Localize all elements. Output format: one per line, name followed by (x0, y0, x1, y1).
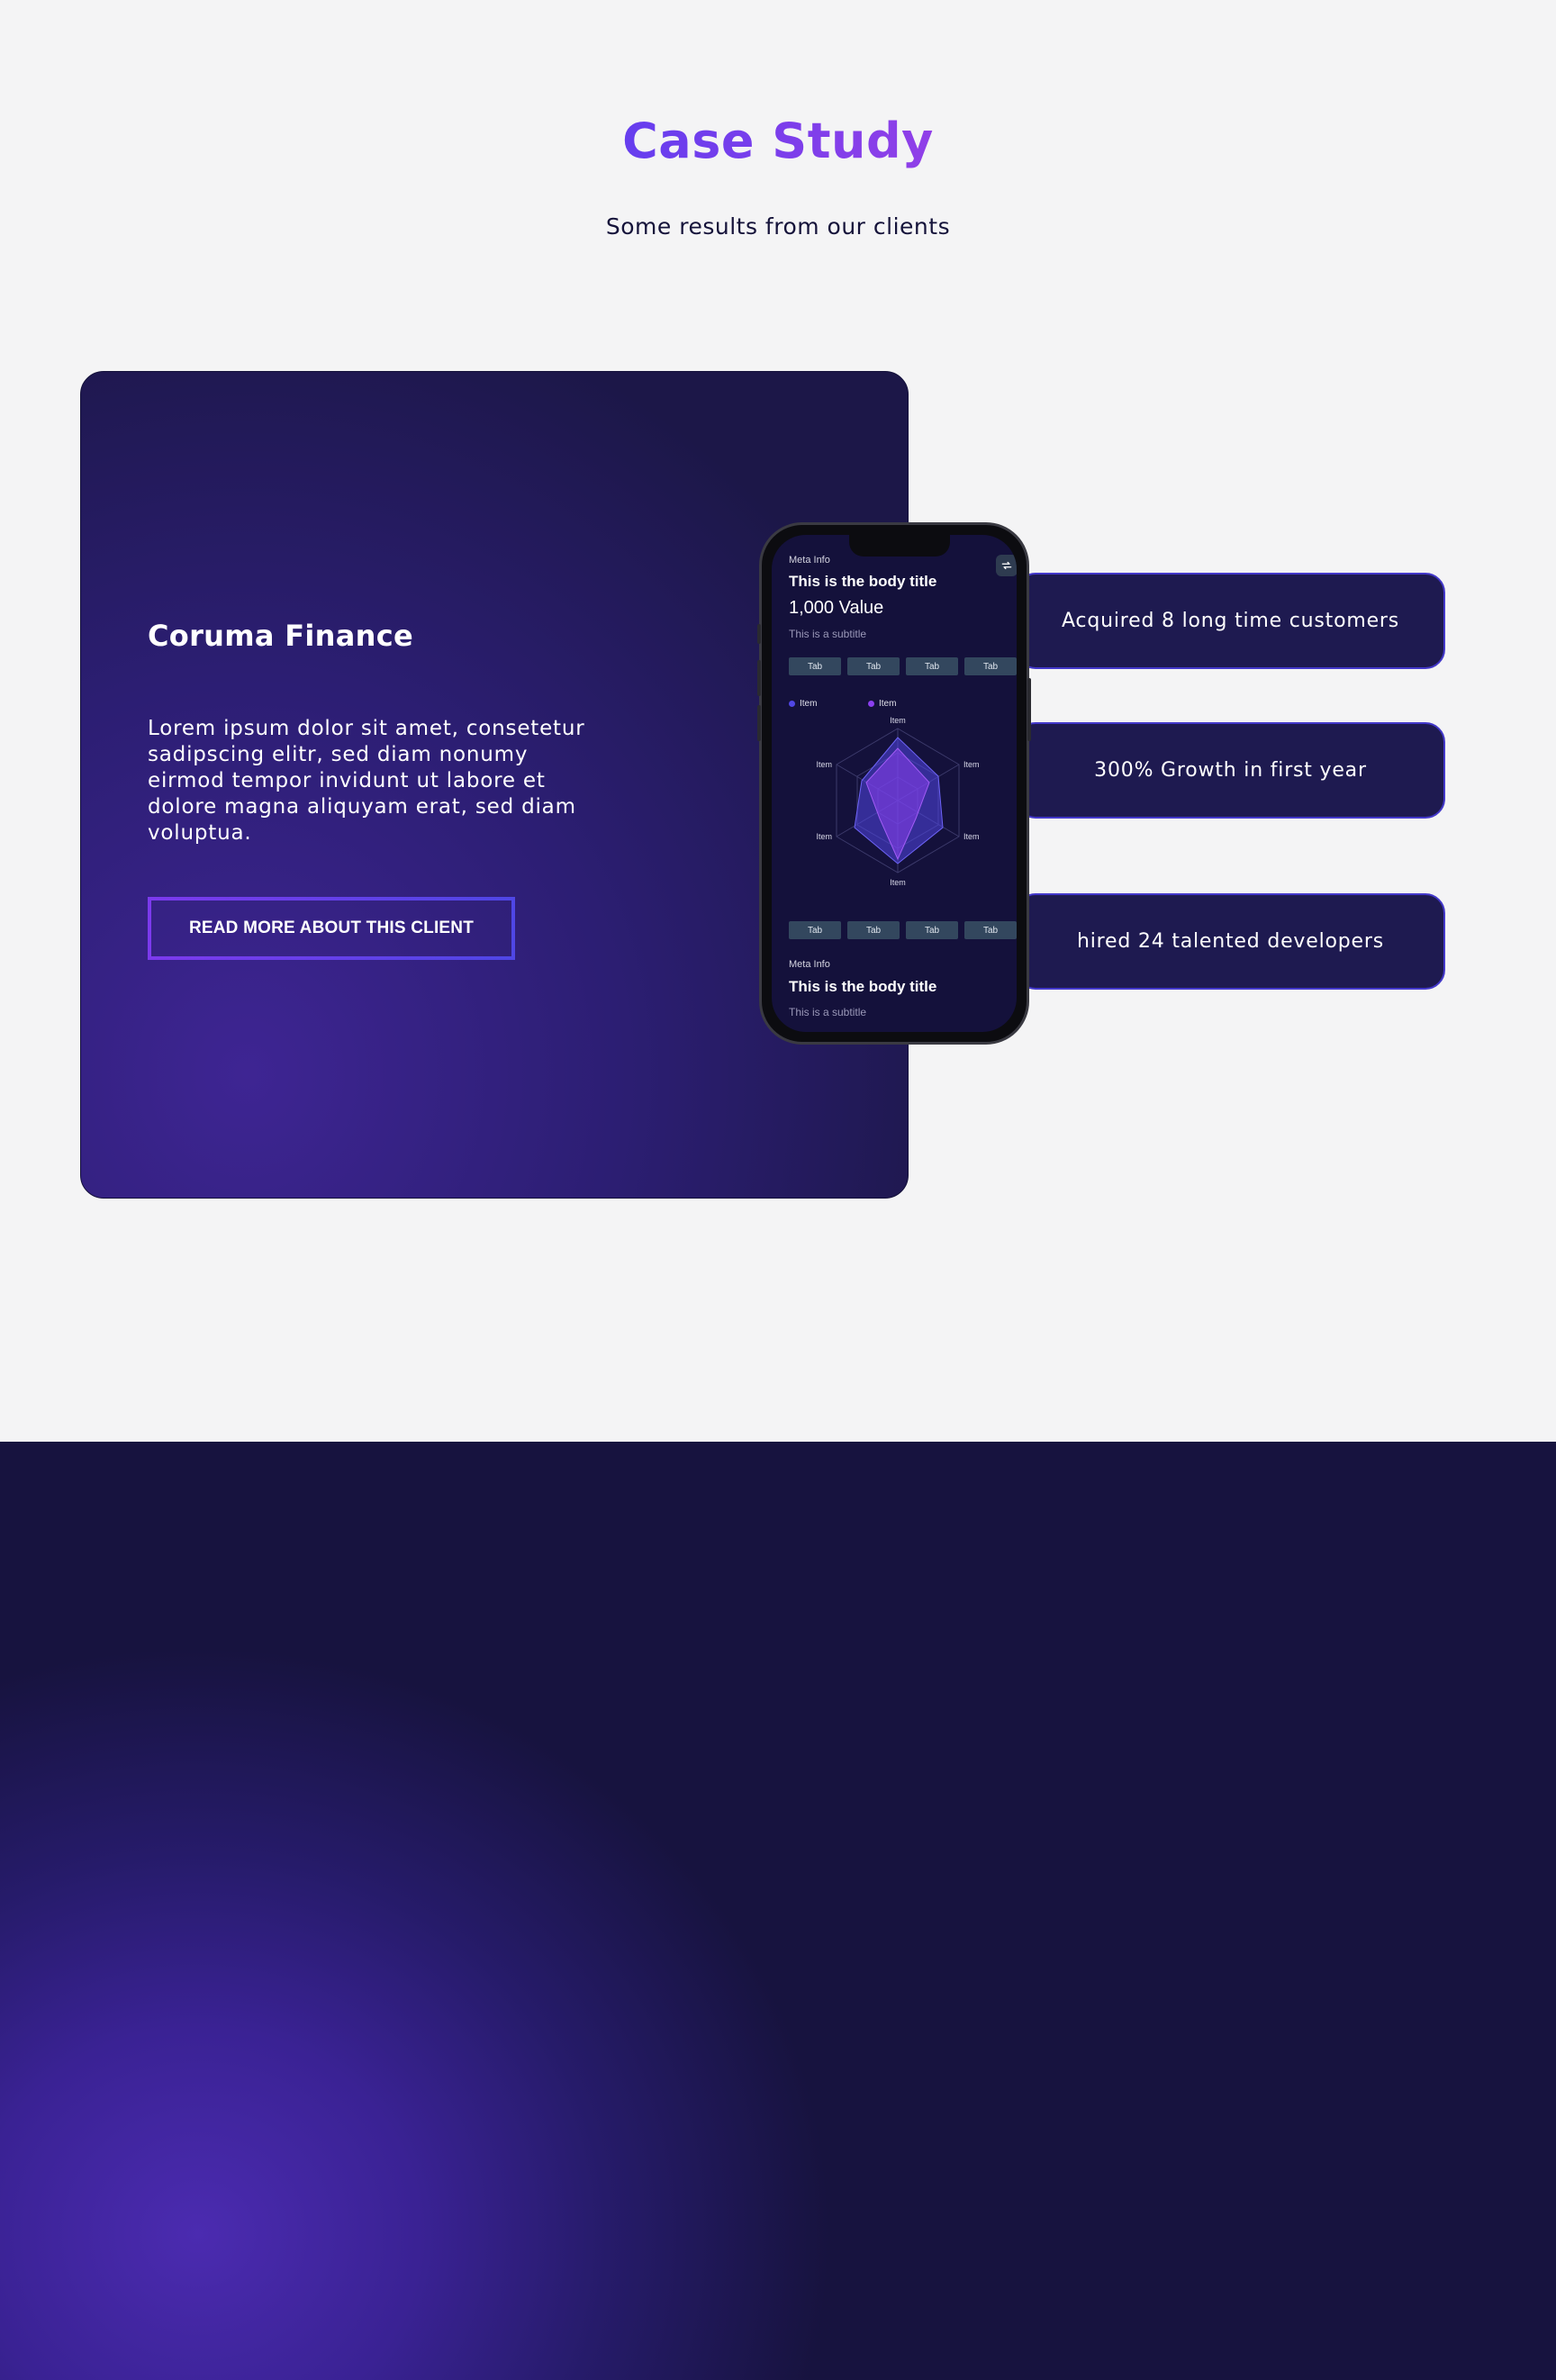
legend-label-1: Item (800, 699, 818, 709)
radar-axis-label: Item (890, 716, 906, 725)
stat-card-developers: hired 24 talented developers (1016, 893, 1445, 990)
phone-volume-down (757, 705, 761, 741)
client-description: Lorem ipsum dolor sit amet, consetetur s… (148, 717, 585, 845)
tab-row-bottom: Tab Tab Tab Tab (789, 921, 1017, 939)
tab-top-1[interactable]: Tab (789, 657, 841, 675)
section-subtitle: Some results from our clients (605, 213, 951, 240)
footer-gradient-band (0, 1442, 1556, 2380)
phone-volume-up (757, 660, 761, 696)
radar-axis-label: Item (963, 760, 980, 769)
value-readout: 1,000 Value (789, 598, 884, 618)
body-title: This is the body title (789, 573, 937, 590)
phone-power-button (1027, 678, 1031, 741)
stat-card-customers: Acquired 8 long time customers (1016, 573, 1445, 669)
section-title: Case Study (0, 113, 1556, 169)
tab-row-top: Tab Tab Tab Tab (789, 657, 1017, 675)
radar-axis-label: Item (963, 832, 980, 841)
phone-side-button (757, 624, 761, 644)
radar-axis-label: Item (816, 832, 832, 841)
phone-screen: Meta Info This is the body title 1,000 V… (772, 535, 1017, 1032)
tab-bottom-3[interactable]: Tab (906, 921, 958, 939)
radar-axis-label: Item (816, 760, 832, 769)
read-more-button[interactable]: READ MORE ABOUT THIS CLIENT (148, 897, 515, 960)
tab-bottom-2[interactable]: Tab (847, 921, 900, 939)
legend-dot-1 (789, 701, 795, 707)
radar-chart: Item Item Item Item Item Item (816, 716, 980, 887)
legend-item-1: Item (789, 699, 817, 709)
tab-bottom-1[interactable]: Tab (789, 921, 841, 939)
tab-top-4[interactable]: Tab (964, 657, 1017, 675)
legend-item-2: Item (868, 699, 896, 709)
client-name: Coruma Finance (148, 619, 413, 653)
tab-bottom-4[interactable]: Tab (964, 921, 1017, 939)
radar-axis-label: Item (890, 878, 906, 887)
phone-notch (849, 535, 950, 557)
tab-top-2[interactable]: Tab (847, 657, 900, 675)
legend-label-2: Item (879, 699, 897, 709)
tab-top-3[interactable]: Tab (906, 657, 958, 675)
meta-info-bottom: Meta Info (789, 959, 830, 970)
subtitle-bottom: This is a subtitle (789, 1006, 867, 1018)
stat-card-growth: 300% Growth in first year (1016, 722, 1445, 819)
meta-info: Meta Info (789, 555, 830, 566)
phone-mockup: Meta Info This is the body title 1,000 V… (757, 522, 1031, 1045)
body-title-bottom: This is the body title (789, 978, 937, 995)
legend-dot-2 (868, 701, 874, 707)
refresh-icon[interactable] (996, 555, 1017, 576)
subtitle: This is a subtitle (789, 628, 867, 640)
